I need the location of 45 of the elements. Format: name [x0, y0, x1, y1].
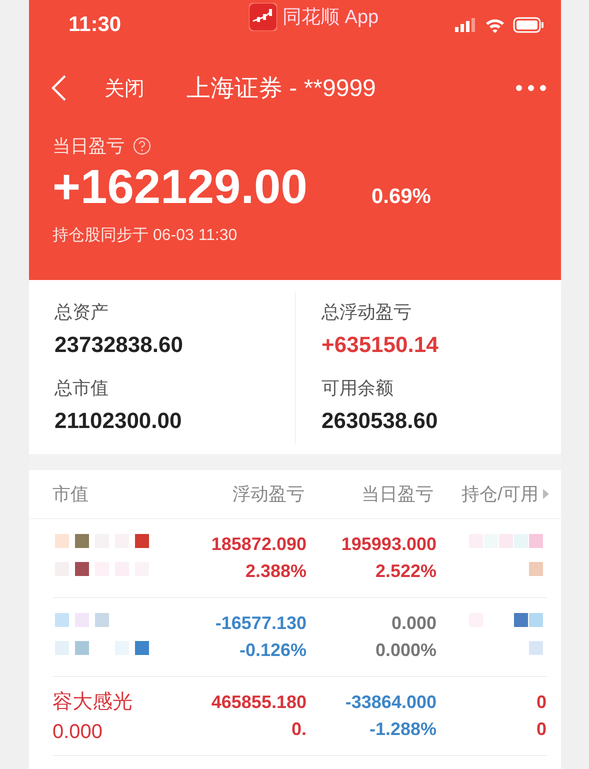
column-header: 浮动盈亏 [231, 483, 304, 506]
account-title: 上海证券 - **9999 [186, 74, 376, 104]
sync-note: 持仓股同步于 06-03 11:30 [52, 226, 238, 246]
summary-label: 总浮动盈亏 [322, 301, 412, 324]
summary-label: 可用余额 [322, 377, 394, 400]
close-button[interactable]: 关闭 [104, 74, 144, 102]
help-icon[interactable] [132, 137, 150, 155]
available-value: 0 [536, 719, 546, 740]
more-icon[interactable] [514, 84, 546, 92]
chevron-left-icon [50, 74, 66, 102]
wifi-icon [484, 18, 504, 32]
float-pnl-percent: 0. [291, 719, 306, 740]
summary-value: 21102300.00 [54, 408, 183, 434]
column-header: 当日盈亏 [360, 483, 434, 506]
daily-pnl-label: 当日盈亏 [52, 135, 124, 158]
summary-value: +635150.14 [322, 332, 440, 358]
summary-label: 总资产 [54, 301, 110, 324]
float-pnl-value: 185872.090 [211, 534, 306, 555]
float-pnl-percent: -0.126% [239, 640, 306, 661]
chart-logo-icon [248, 3, 276, 31]
summary-label: 总市值 [54, 377, 110, 400]
app-name: 同花顺 App [282, 6, 379, 30]
column-header: 持仓/可用 [460, 483, 539, 506]
daily-pnl-cell-percent: -1.288% [369, 719, 436, 740]
battery-icon [512, 17, 544, 33]
float-pnl-value: -16577.130 [215, 613, 306, 634]
stock-name: 容大感光 [52, 690, 134, 715]
caret-right-icon[interactable] [542, 489, 548, 499]
daily-pnl-percent: 0.69% [371, 185, 431, 209]
daily-pnl-cell-percent: 2.522% [375, 561, 436, 582]
summary-value: 2630538.60 [322, 408, 439, 434]
market-value: 0.000 [52, 721, 104, 744]
status-time: 11:30 [68, 13, 122, 37]
signal-icon [454, 18, 476, 32]
back-button[interactable] [50, 74, 66, 102]
daily-pnl-value: +162129.00 [52, 160, 308, 215]
float-pnl-value: 465855.180 [211, 692, 306, 713]
daily-pnl-cell-value: 0.000 [391, 613, 436, 634]
summary-value: 23732838.60 [54, 332, 184, 358]
column-header: 市值 [52, 483, 90, 506]
daily-pnl-cell-value: -33864.000 [345, 692, 436, 713]
daily-pnl-cell-value: 195993.000 [341, 534, 436, 555]
daily-pnl-cell-percent: 0.000% [375, 640, 436, 661]
float-pnl-percent: 2.388% [245, 561, 306, 582]
holding-value: 0 [536, 692, 546, 713]
